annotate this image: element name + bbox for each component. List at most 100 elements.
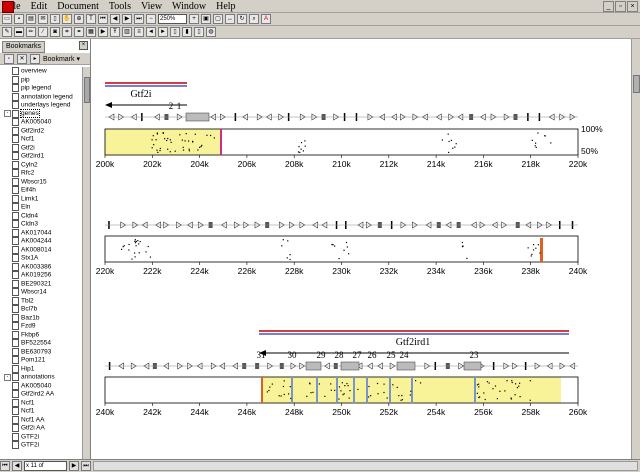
- bookmark-item[interactable]: Stx1A: [0, 254, 82, 263]
- actual-size-icon[interactable]: ▣: [201, 14, 211, 24]
- note-tool-icon[interactable]: ✎: [2, 27, 12, 37]
- print-icon[interactable]: ▤: [26, 14, 36, 24]
- highlight-tool-icon[interactable]: ▬: [14, 27, 24, 37]
- bookmark-item[interactable]: AK017044: [0, 228, 82, 238]
- collapse-icon[interactable]: -: [4, 110, 11, 117]
- bookmark-item[interactable]: Gtf2i: [0, 143, 82, 153]
- menu-tools[interactable]: Tools: [104, 1, 136, 12]
- bookmark-item[interactable]: Gtf2ird1: [0, 152, 82, 161]
- bookmark-item[interactable]: Pom121: [0, 356, 82, 365]
- bookmark-item[interactable]: overview: [0, 67, 82, 76]
- bookmark-item[interactable]: annotation legend: [0, 92, 82, 102]
- bookmark-item[interactable]: Cldn4: [0, 211, 82, 221]
- vertical-scroll-thumb[interactable]: [633, 75, 640, 93]
- bookmark-item[interactable]: Tbl2: [0, 296, 82, 306]
- tab-bookmarks[interactable]: Bookmarks: [2, 41, 46, 53]
- line-tool-icon[interactable]: ∕: [38, 27, 48, 37]
- horizontal-scrollbar[interactable]: [93, 461, 638, 471]
- fit-page-icon[interactable]: ▢: [213, 14, 223, 24]
- back-icon[interactable]: ◄: [146, 27, 156, 37]
- stamp-tool-icon[interactable]: ◙: [50, 27, 60, 37]
- bookmark-item[interactable]: Baz1b: [0, 313, 82, 323]
- bookmark-item[interactable]: AK019256: [0, 271, 82, 280]
- restore-icon[interactable]: ▫: [615, 1, 626, 12]
- fit-width-icon[interactable]: ↔: [225, 14, 235, 24]
- thumbnail-icon[interactable]: ▥: [122, 27, 132, 37]
- bookmark-options-menu[interactable]: Bookmark ▾: [43, 55, 80, 63]
- menu-document[interactable]: Document: [52, 1, 104, 12]
- first-page-button[interactable]: ⏮: [0, 461, 10, 471]
- bookmark-item[interactable]: Cldn3: [0, 220, 82, 229]
- menu-help[interactable]: Help: [211, 1, 240, 12]
- form-tool-icon[interactable]: ▦: [86, 27, 96, 37]
- bookmark-item[interactable]: Eif4h: [0, 186, 82, 195]
- menu-view[interactable]: View: [136, 1, 167, 12]
- web-capture-icon[interactable]: ◍: [206, 27, 216, 37]
- continuous-icon[interactable]: ▮: [182, 27, 192, 37]
- bookmark-item[interactable]: underlays legend: [0, 101, 82, 110]
- forward-icon[interactable]: ►: [158, 27, 168, 37]
- hide-panel-icon[interactable]: ▯: [50, 14, 60, 24]
- next-page-button[interactable]: ▶: [69, 461, 79, 471]
- first-page-icon[interactable]: ⏮: [98, 14, 108, 24]
- prev-page-icon[interactable]: ◀: [110, 14, 120, 24]
- bookmark-item[interactable]: Gtf2ird2 AA: [0, 390, 82, 399]
- last-page-button[interactable]: ⏭: [81, 461, 91, 471]
- text-select-icon[interactable]: T: [86, 14, 96, 24]
- minimize-icon[interactable]: _: [603, 1, 614, 12]
- close-icon[interactable]: ×: [627, 1, 638, 12]
- vertical-scrollbar[interactable]: [631, 39, 640, 459]
- save-icon[interactable]: ▪: [14, 14, 24, 24]
- prev-page-button[interactable]: ◀: [12, 461, 22, 471]
- document-view[interactable]: Gtf2i 200k 202k 204k 206k 208k 210k 212k 214k 216…: [91, 39, 631, 459]
- bookmark-item[interactable]: pip legend: [0, 84, 82, 93]
- bookmark-item[interactable]: BE630793: [0, 347, 82, 357]
- delete-bookmark-icon[interactable]: ✕: [17, 53, 27, 64]
- email-icon[interactable]: ✉: [38, 14, 48, 24]
- article-tool-icon[interactable]: ≡: [134, 27, 144, 37]
- movie-tool-icon[interactable]: ▶: [98, 27, 108, 37]
- bookmark-item[interactable]: Limk1: [0, 194, 82, 204]
- bookmark-item[interactable]: Wbscr14: [0, 288, 82, 297]
- touchup-tool-icon[interactable]: Ŧ: [110, 27, 120, 37]
- zoom-tool-icon[interactable]: ⊕: [74, 14, 84, 24]
- pencil-tool-icon[interactable]: ✏: [26, 27, 36, 37]
- bookmark-item[interactable]: Gtf2i AA: [0, 424, 82, 433]
- bookmark-item[interactable]: GTF2i: [0, 441, 82, 450]
- bookmark-item[interactable]: - annotations: [0, 373, 82, 382]
- bookmark-item[interactable]: Rfc2: [0, 169, 82, 178]
- acrobat-app-icon[interactable]: [2, 1, 14, 13]
- last-page-icon[interactable]: ⏭: [134, 14, 144, 24]
- zoom-level-field[interactable]: 250%: [158, 14, 187, 24]
- crop-tool-icon[interactable]: ⌗: [62, 27, 72, 37]
- bookmark-item[interactable]: AK004244: [0, 237, 82, 246]
- bookmark-item[interactable]: Fzd9: [0, 322, 82, 331]
- facing-icon[interactable]: ▯: [194, 27, 204, 37]
- bookmark-item[interactable]: Ncf1 AA: [0, 415, 82, 425]
- collapse-icon[interactable]: -: [4, 373, 11, 381]
- bookmark-item[interactable]: Fkbp6: [0, 330, 82, 340]
- single-page-icon[interactable]: ▯: [170, 27, 180, 37]
- bookmark-item[interactable]: Ncf1: [0, 135, 82, 144]
- menu-window[interactable]: Window: [167, 1, 211, 12]
- bookmark-item[interactable]: Ncf1: [0, 398, 82, 408]
- menu-edit[interactable]: Edit: [26, 1, 53, 12]
- bookmark-item[interactable]: GTF2i: [0, 432, 82, 442]
- bookmark-item[interactable]: AK003386: [0, 262, 82, 272]
- bookmark-item[interactable]: BF522554: [0, 339, 82, 348]
- search-icon[interactable]: ⌕: [249, 14, 259, 24]
- bookmark-item[interactable]: BE290321: [0, 279, 82, 289]
- bookmark-item[interactable]: Wbscr15: [0, 177, 82, 187]
- bookmark-item[interactable]: Eln: [0, 203, 82, 212]
- link-tool-icon[interactable]: ⚭: [74, 27, 84, 37]
- panel-close-icon[interactable]: ×: [79, 41, 88, 50]
- bookmark-item[interactable]: Ncf1: [0, 407, 82, 416]
- rotate-icon[interactable]: ↻: [237, 14, 247, 24]
- next-page-icon[interactable]: ▶: [122, 14, 132, 24]
- bookmark-item[interactable]: Gtf2ird2: [0, 126, 82, 136]
- acrobat-icon[interactable]: A: [261, 14, 271, 24]
- bookmark-scroll-thumb[interactable]: [84, 77, 90, 103]
- page-number-field[interactable]: x 11 of: [24, 461, 67, 471]
- hand-tool-icon[interactable]: ✋: [62, 14, 72, 24]
- new-bookmark-icon[interactable]: ▫: [4, 53, 14, 64]
